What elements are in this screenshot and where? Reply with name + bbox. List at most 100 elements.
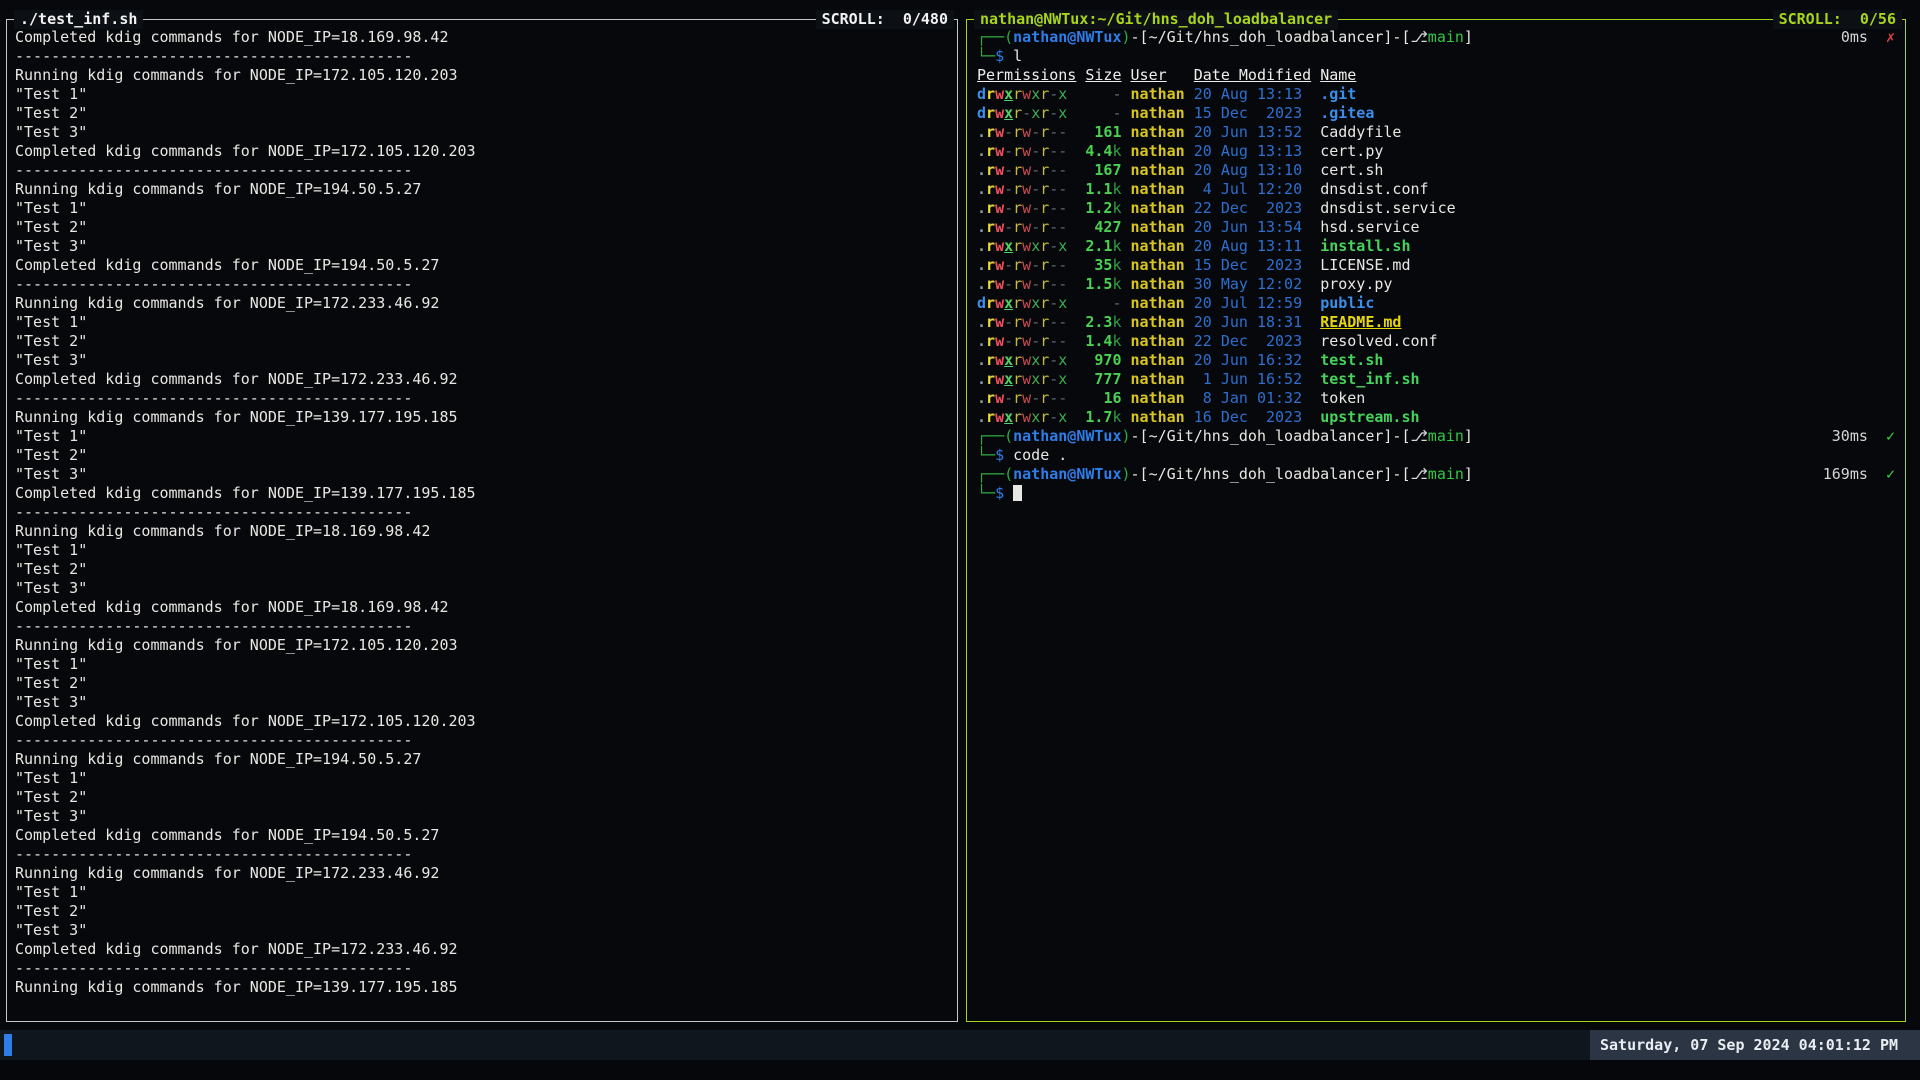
prompt-line: ┌──(nathan@NWTux)-[~/Git/hns_doh_loadbal… xyxy=(977,427,1905,446)
script-output-line: "Test 1" xyxy=(15,427,957,446)
pane-right-shell[interactable]: nathan@NWTux:~/Git/hns_doh_loadbalancer … xyxy=(966,0,1906,1022)
file-row: .rwxrwxr-x 777 nathan 1 Jun 16:52 test_i… xyxy=(977,370,1905,389)
pane-right-scroll-indicator: SCROLL: 0/56 xyxy=(1773,10,1902,29)
file-name: .gitea xyxy=(1320,104,1374,122)
script-output-line: "Test 2" xyxy=(15,104,957,123)
script-output-line: Running kdig commands for NODE_IP=18.169… xyxy=(15,522,957,541)
file-name: cert.py xyxy=(1320,142,1383,160)
command-duration: 0ms ✗ xyxy=(1841,28,1895,47)
file-row: .rw-rw-r-- 427 nathan 20 Jun 13:54 hsd.s… xyxy=(977,218,1905,237)
file-row: .rw-rw-r-- 167 nathan 20 Aug 13:10 cert.… xyxy=(977,161,1905,180)
script-output-line: ----------------------------------------… xyxy=(15,959,957,978)
command-duration: 169ms ✓ xyxy=(1823,465,1895,484)
script-output-line: Running kdig commands for NODE_IP=172.23… xyxy=(15,864,957,883)
command-line: └─$ code . xyxy=(977,446,1905,465)
script-output-line: Running kdig commands for NODE_IP=172.10… xyxy=(15,636,957,655)
file-name: Caddyfile xyxy=(1320,123,1401,141)
file-name: .git xyxy=(1320,85,1356,103)
file-row: drwxrwxr-x - nathan 20 Jul 12:59 public xyxy=(977,294,1905,313)
ls-header-row: Permissions Size User Date Modified Name xyxy=(977,66,1905,85)
statusbar-clock: Saturday, 07 Sep 2024 04:01:12 PM xyxy=(1590,1030,1920,1060)
prompt-line: ┌──(nathan@NWTux)-[~/Git/hns_doh_loadbal… xyxy=(977,465,1905,484)
file-row: .rwxrwxr-x 970 nathan 20 Jun 16:32 test.… xyxy=(977,351,1905,370)
script-output-line: Running kdig commands for NODE_IP=139.17… xyxy=(15,408,957,427)
file-row: .rw-rw-r-- 16 nathan 8 Jan 01:32 token xyxy=(977,389,1905,408)
script-output-line: ----------------------------------------… xyxy=(15,161,957,180)
script-output-line: "Test 3" xyxy=(15,693,957,712)
git-branch-label: main xyxy=(1428,465,1464,483)
desktop-screen: ./test_inf.sh SCROLL: 0/480 Completed kd… xyxy=(0,0,1920,1080)
file-name: dnsdist.conf xyxy=(1320,180,1428,198)
script-output-line: "Test 3" xyxy=(15,807,957,826)
script-output-line: "Test 1" xyxy=(15,541,957,560)
script-output-line: "Test 3" xyxy=(15,921,957,940)
statusbar-accent-block xyxy=(4,1034,12,1056)
file-name: test.sh xyxy=(1320,351,1383,369)
script-output-line: Completed kdig commands for NODE_IP=139.… xyxy=(15,484,957,503)
script-output-line: "Test 1" xyxy=(15,655,957,674)
command-duration: 30ms ✓ xyxy=(1832,427,1895,446)
file-name: README.md xyxy=(1320,313,1401,331)
script-output-line: "Test 2" xyxy=(15,788,957,807)
file-name: install.sh xyxy=(1320,237,1410,255)
pane-right-output: ┌──(nathan@NWTux)-[~/Git/hns_doh_loadbal… xyxy=(967,20,1905,503)
file-row: .rw-rw-r-- 2.3k nathan 20 Jun 18:31 READ… xyxy=(977,313,1905,332)
file-name: proxy.py xyxy=(1320,275,1392,293)
pane-right-title: nathan@NWTux:~/Git/hns_doh_loadbalancer xyxy=(974,10,1338,29)
script-output-line: "Test 2" xyxy=(15,560,957,579)
pane-left-test-script[interactable]: ./test_inf.sh SCROLL: 0/480 Completed kd… xyxy=(6,0,958,1022)
file-name: upstream.sh xyxy=(1320,408,1419,426)
script-output-line: "Test 2" xyxy=(15,218,957,237)
file-row: .rw-rw-r-- 161 nathan 20 Jun 13:52 Caddy… xyxy=(977,123,1905,142)
script-output-line: Completed kdig commands for NODE_IP=194.… xyxy=(15,256,957,275)
script-output-line: ----------------------------------------… xyxy=(15,845,957,864)
script-output-line: Completed kdig commands for NODE_IP=172.… xyxy=(15,142,957,161)
script-output-line: "Test 1" xyxy=(15,769,957,788)
script-output-line: Running kdig commands for NODE_IP=194.50… xyxy=(15,180,957,199)
script-output-line: "Test 1" xyxy=(15,883,957,902)
file-name: test_inf.sh xyxy=(1320,370,1419,388)
file-row: .rw-rw-r-- 4.4k nathan 20 Aug 13:13 cert… xyxy=(977,142,1905,161)
script-output-line: Completed kdig commands for NODE_IP=172.… xyxy=(15,370,957,389)
script-output-line: Completed kdig commands for NODE_IP=18.1… xyxy=(15,598,957,617)
file-name: LICENSE.md xyxy=(1320,256,1410,274)
git-branch-label: main xyxy=(1428,28,1464,46)
script-output-line: Running kdig commands for NODE_IP=172.23… xyxy=(15,294,957,313)
pane-left-title: ./test_inf.sh xyxy=(14,10,143,29)
script-output-line: "Test 3" xyxy=(15,579,957,598)
file-row: .rw-rw-r-- 1.5k nathan 30 May 12:02 prox… xyxy=(977,275,1905,294)
statusbar: Ctrl + Lock (g), Pane, Tab, Resize (n), … xyxy=(0,1030,1920,1060)
pane-left-output: Completed kdig commands for NODE_IP=18.1… xyxy=(7,20,957,997)
script-output-line: "Test 3" xyxy=(15,123,957,142)
file-row: drwxrwxr-x - nathan 20 Aug 13:13 .git xyxy=(977,85,1905,104)
file-name: cert.sh xyxy=(1320,161,1383,179)
terminal-cursor[interactable] xyxy=(1013,485,1022,501)
pane-left-scroll-indicator: SCROLL: 0/480 xyxy=(816,10,954,29)
script-output-line: ----------------------------------------… xyxy=(15,275,957,294)
command-line: └─$ xyxy=(977,484,1905,503)
file-name: dnsdist.service xyxy=(1320,199,1455,217)
script-output-line: "Test 1" xyxy=(15,199,957,218)
script-output-line: ----------------------------------------… xyxy=(15,503,957,522)
script-output-line: ----------------------------------------… xyxy=(15,389,957,408)
script-output-line: ----------------------------------------… xyxy=(15,617,957,636)
file-row: .rwxrwxr-x 2.1k nathan 20 Aug 13:11 inst… xyxy=(977,237,1905,256)
file-name: resolved.conf xyxy=(1320,332,1437,350)
script-output-line: ----------------------------------------… xyxy=(15,731,957,750)
script-output-line: "Test 2" xyxy=(15,332,957,351)
file-row: .rw-rw-r-- 35k nathan 15 Dec 2023 LICENS… xyxy=(977,256,1905,275)
script-output-line: "Test 3" xyxy=(15,237,957,256)
script-output-line: "Test 1" xyxy=(15,85,957,104)
script-output-line: "Test 3" xyxy=(15,351,957,370)
script-output-line: Completed kdig commands for NODE_IP=172.… xyxy=(15,940,957,959)
pane-right-border: ┌──(nathan@NWTux)-[~/Git/hns_doh_loadbal… xyxy=(966,19,1906,1022)
file-name: token xyxy=(1320,389,1365,407)
script-output-line: Completed kdig commands for NODE_IP=194.… xyxy=(15,826,957,845)
script-output-line: "Test 2" xyxy=(15,446,957,465)
git-branch-label: main xyxy=(1428,427,1464,445)
file-row: .rwxrwxr-x 1.7k nathan 16 Dec 2023 upstr… xyxy=(977,408,1905,427)
script-output-line: Running kdig commands for NODE_IP=194.50… xyxy=(15,750,957,769)
script-output-line: "Test 3" xyxy=(15,465,957,484)
script-output-line: Completed kdig commands for NODE_IP=18.1… xyxy=(15,28,957,47)
file-name: hsd.service xyxy=(1320,218,1419,236)
